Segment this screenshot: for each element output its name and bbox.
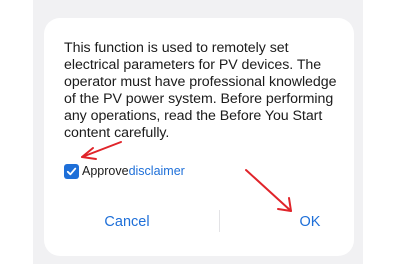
screen: This function is used to remotely set el… <box>0 0 398 264</box>
checkmark-icon <box>66 167 77 175</box>
disclaimer-dialog: This function is used to remotely set el… <box>44 18 354 256</box>
dialog-message: This function is used to remotely set el… <box>64 40 337 141</box>
cancel-button[interactable]: Cancel <box>92 210 162 234</box>
approve-disclaimer-row: Approve disclaimer <box>64 162 185 180</box>
approve-label: Approve <box>82 164 129 178</box>
approve-checkbox[interactable] <box>64 163 79 179</box>
disclaimer-link[interactable]: disclaimer <box>129 164 185 178</box>
button-divider <box>219 210 220 232</box>
ok-button[interactable]: OK <box>280 210 340 234</box>
